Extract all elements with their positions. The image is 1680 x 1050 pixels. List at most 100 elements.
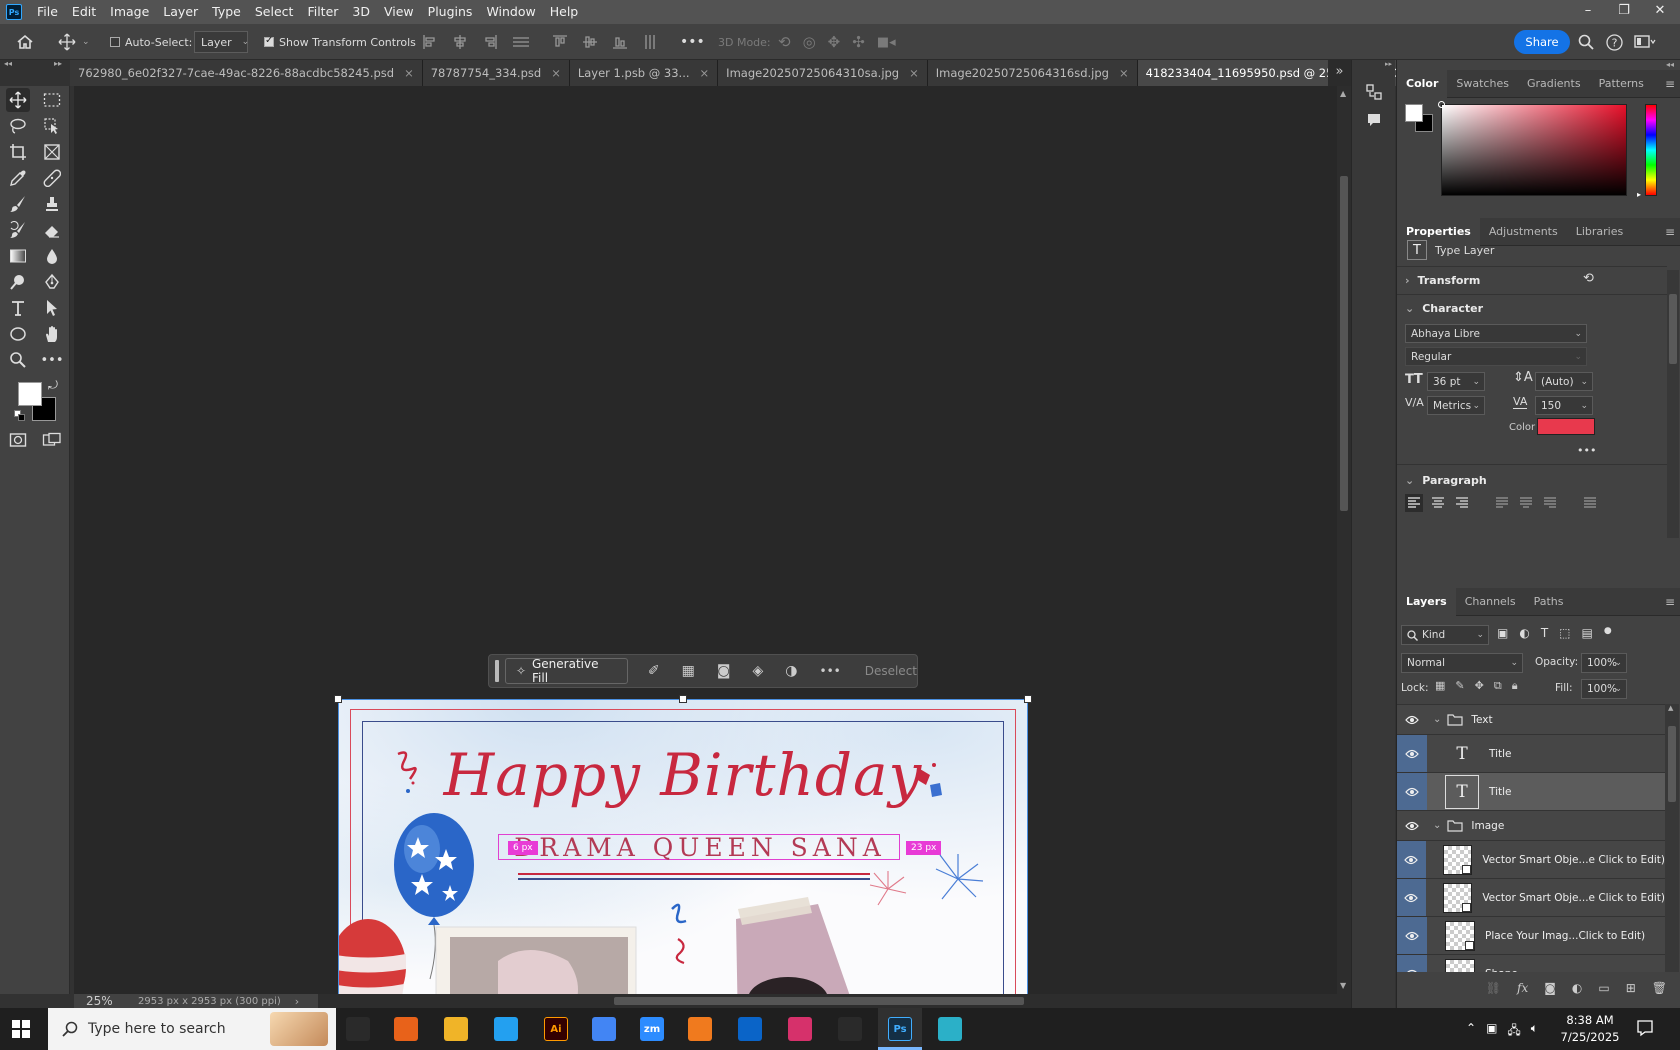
mask-icon[interactable]: ◙ xyxy=(717,663,731,679)
layer-group-row[interactable]: ⌄ Image xyxy=(1397,811,1665,841)
taskbar-app-icon[interactable] xyxy=(592,1017,616,1041)
zoom-tool-icon[interactable] xyxy=(6,348,30,372)
font-size-field[interactable]: 36 pt ⌄ xyxy=(1427,372,1485,391)
crop-tool-icon[interactable] xyxy=(6,140,30,164)
layer-group-row[interactable]: ⌄ Text xyxy=(1397,705,1665,735)
distribute-v-icon[interactable] xyxy=(642,34,658,50)
vertical-scroll-thumb[interactable] xyxy=(1340,176,1348,511)
volume-icon[interactable]: 🔈︎ xyxy=(1531,1021,1538,1042)
history-panel-icon[interactable] xyxy=(1366,84,1382,100)
gradient-tool-icon[interactable] xyxy=(6,244,30,268)
lasso-tool-icon[interactable] xyxy=(6,114,30,138)
document-tab[interactable]: Image20250725064310sa.jpg × xyxy=(718,60,928,86)
taskbar-app-icon[interactable] xyxy=(444,1017,468,1041)
align-bottom-icon[interactable] xyxy=(612,34,628,50)
filter-adjustment-icon[interactable]: ◐ xyxy=(1519,626,1529,640)
lock-all-icon[interactable]: 🔒︎ xyxy=(1512,679,1518,693)
collapse-toolbar-icon[interactable]: ◂◂ ▸▸ xyxy=(0,59,70,70)
justify-all-icon[interactable] xyxy=(1581,494,1599,512)
transform-handle-top-right[interactable] xyxy=(1024,695,1032,703)
restore-button[interactable]: ❐ xyxy=(1606,0,1642,24)
menu-filter[interactable]: Filter xyxy=(300,0,345,24)
3d-rotate-icon[interactable]: ⟲ xyxy=(778,33,791,51)
taskbar-app-icon[interactable] xyxy=(346,1017,370,1041)
3d-roll-icon[interactable]: ◎ xyxy=(803,33,816,51)
document-tab[interactable]: 78787754_334.psd × xyxy=(422,60,570,86)
type-tool-icon[interactable] xyxy=(6,296,30,320)
document-tab[interactable]: Image20250725064316sd.jpg × xyxy=(927,60,1138,86)
blend-mode-dropdown[interactable]: Normal ⌄ xyxy=(1401,653,1523,673)
home-icon[interactable] xyxy=(16,24,34,60)
add-mask-icon[interactable]: ◙ xyxy=(1544,981,1556,995)
share-button[interactable]: Share xyxy=(1514,24,1570,60)
close-tab-icon[interactable]: × xyxy=(909,66,919,80)
scroll-up-icon[interactable]: ▲ xyxy=(1340,89,1346,98)
scroll-up-icon[interactable]: ▲ xyxy=(1668,704,1673,712)
panel-tab-gradients[interactable]: Gradients xyxy=(1518,70,1590,98)
layer-select-dropdown[interactable]: Layer ⌄ xyxy=(194,24,249,60)
layer-row[interactable]: Place Your Imag...Click to Edit) xyxy=(1397,917,1665,955)
panel-menu-icon[interactable]: ≡ xyxy=(1665,77,1675,91)
vertical-scrollbar[interactable]: ▲ ▼ xyxy=(1337,86,1351,994)
hue-slider-arrow[interactable]: ▸ xyxy=(1637,190,1641,199)
more-options-icon[interactable]: ••• xyxy=(819,664,840,678)
generative-fill-button[interactable]: ✧ Generative Fill xyxy=(504,657,628,685)
horizontal-scroll-thumb[interactable] xyxy=(614,997,1024,1005)
default-colors-icon[interactable] xyxy=(14,410,25,421)
menu-file[interactable]: File xyxy=(30,0,65,24)
layer-row[interactable]: Vector Smart Obje...e Click to Edit) xyxy=(1397,841,1665,879)
font-family-dropdown[interactable]: Abhaya Libre ⌄ xyxy=(1405,324,1587,343)
character-section-header[interactable]: ⌄ Character xyxy=(1405,302,1483,315)
fill-icon[interactable]: ◈ xyxy=(752,663,763,679)
taskbar-app-icon[interactable] xyxy=(688,1017,712,1041)
foreground-color-swatch[interactable] xyxy=(18,382,42,406)
path-selection-tool-icon[interactable] xyxy=(40,296,64,320)
visibility-eye-icon[interactable] xyxy=(1397,735,1427,772)
justify-right-icon[interactable] xyxy=(1541,494,1559,512)
search-icon[interactable] xyxy=(1578,24,1594,60)
tracking-field[interactable]: 150 ⌄ xyxy=(1535,396,1593,415)
taskbar-search-box[interactable]: Type here to search xyxy=(48,1008,336,1050)
transform-checkbox-box[interactable] xyxy=(264,35,274,47)
close-tab-icon[interactable]: × xyxy=(700,66,710,80)
font-style-dropdown[interactable]: Regular ⌄ xyxy=(1405,347,1587,366)
properties-scroll-thumb[interactable] xyxy=(1669,294,1677,364)
taskbar-clock[interactable]: 8:38 AM 7/25/2025 xyxy=(1554,1012,1626,1046)
justify-center-icon[interactable] xyxy=(1517,494,1535,512)
collapse-dock-icon[interactable]: ◂◂ xyxy=(1666,60,1674,69)
show-transform-controls-checkbox[interactable]: Show Transform Controls xyxy=(264,24,416,60)
document-tab[interactable]: 762980_6e02f327-7cae-49ac-8226-88acdbc58… xyxy=(70,60,423,86)
taskbar-app-icon[interactable] xyxy=(494,1017,518,1041)
marquee-tool-icon[interactable] xyxy=(40,88,64,112)
filter-type-icon[interactable]: T xyxy=(1541,626,1548,640)
notification-icon[interactable] xyxy=(1636,1019,1654,1037)
menu-plugins[interactable]: Plugins xyxy=(421,0,480,24)
auto-select-checkbox[interactable]: Auto-Select: xyxy=(110,24,192,60)
hue-slider[interactable] xyxy=(1645,104,1657,196)
transform-handle-top-center[interactable] xyxy=(679,695,687,703)
panel-tab-paths[interactable]: Paths xyxy=(1525,588,1573,616)
layers-scroll-thumb[interactable] xyxy=(1668,726,1676,802)
transform-section-header[interactable]: › Transform xyxy=(1405,274,1480,287)
text-color-swatch[interactable] xyxy=(1537,418,1595,435)
layer-row[interactable]: Shape xyxy=(1397,955,1665,972)
hand-tool-icon[interactable] xyxy=(40,322,64,346)
justify-left-icon[interactable] xyxy=(1493,494,1511,512)
3d-camera-icon[interactable]: ■◂ xyxy=(877,35,896,50)
object-selection-tool-icon[interactable] xyxy=(40,114,64,138)
select-subject-icon[interactable]: ✐ xyxy=(648,663,660,679)
3d-drag-icon[interactable]: ✥ xyxy=(828,33,841,51)
blur-tool-icon[interactable] xyxy=(40,244,64,268)
panel-tab-adjustments[interactable]: Adjustments xyxy=(1480,218,1567,246)
chevron-down-icon[interactable]: ⌄ xyxy=(1433,820,1441,831)
layer-row[interactable]: Vector Smart Obje...e Click to Edit) xyxy=(1397,879,1665,917)
color-field[interactable] xyxy=(1441,104,1627,196)
panel-tab-libraries[interactable]: Libraries xyxy=(1567,218,1633,246)
chevron-down-icon[interactable]: ⌄ xyxy=(1433,714,1441,725)
frame-tool-icon[interactable] xyxy=(40,140,64,164)
photoshop-logo-icon[interactable]: Ps xyxy=(6,4,22,20)
visibility-eye-icon[interactable] xyxy=(1397,917,1427,954)
visibility-eye-icon[interactable] xyxy=(1397,955,1427,972)
reset-transform-icon[interactable]: ⟲ xyxy=(1583,271,1594,286)
lock-position-icon[interactable]: ✥ xyxy=(1475,679,1484,693)
